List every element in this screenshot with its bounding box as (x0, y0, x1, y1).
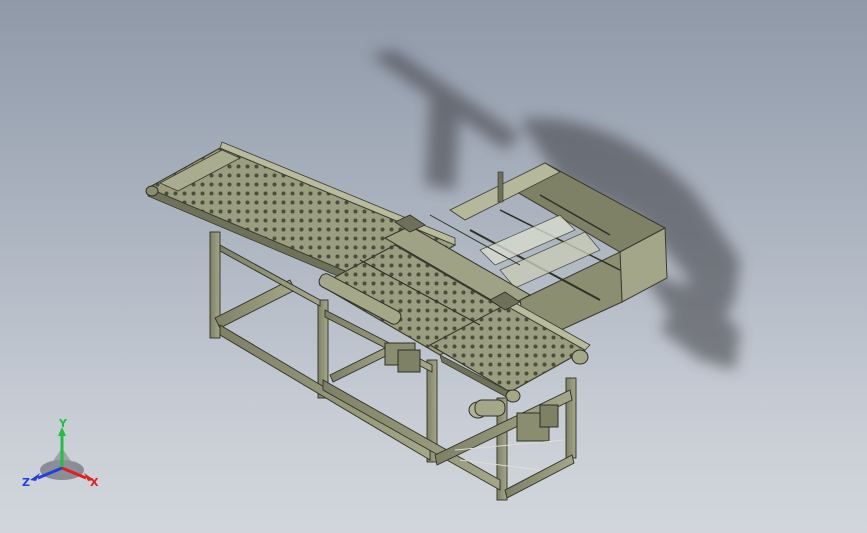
y-axis-label: Y (58, 418, 68, 430)
cad-scene[interactable] (0, 0, 867, 533)
x-axis-label: X (90, 476, 99, 489)
z-axis-label: Z (22, 476, 30, 489)
reference-triad: Y X Z (22, 418, 99, 489)
graphics-viewport[interactable]: Y X Z (0, 0, 867, 533)
